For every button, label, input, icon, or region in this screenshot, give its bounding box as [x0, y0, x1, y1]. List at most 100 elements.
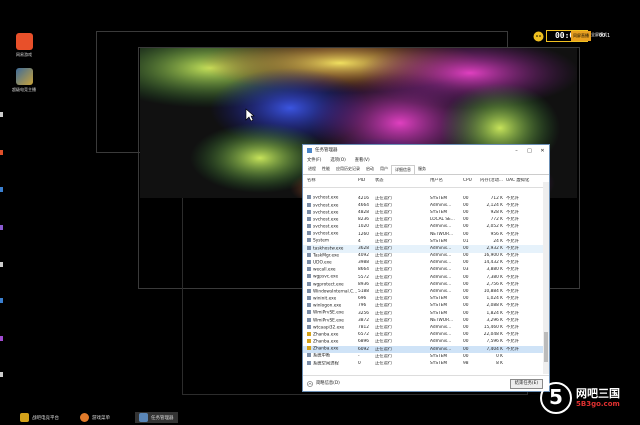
process-name: WmiPrvSE.exe [313, 310, 344, 316]
column-header-pid[interactable]: PID [357, 178, 374, 184]
process-icon [307, 231, 311, 236]
cell-status: 正在运行 [375, 245, 393, 251]
desktop-icon-esports-streamer[interactable]: 超级电竞主播 [6, 68, 42, 92]
table-row[interactable]: svchost.exe 4664 正在运行 Adminis... 00 2,124 K 不允… [303, 202, 543, 209]
tab-app-history[interactable]: 应用历史记录 [333, 165, 363, 174]
tab-performance[interactable]: 性能 [319, 165, 333, 174]
table-row[interactable]: WmiPrvSE.exe 3872 正在运行 NETWOR... 00 3,296 K 不允… [303, 317, 543, 324]
desktop-icon-netease-games[interactable]: 网易游戏 [6, 33, 42, 57]
tab-processes[interactable]: 进程 [305, 165, 319, 174]
task-manager-window[interactable]: 任务管理器 – □ ✕ 文件(F) 选项(O) 查看(V) 进程 性能 应用历史… [303, 145, 549, 391]
cell-status: 正在运行 [375, 217, 393, 223]
cell-status: 正在运行 [375, 310, 393, 316]
column-header-user[interactable]: 用户名 [429, 178, 462, 184]
cell-memory: 956 K [490, 231, 503, 237]
tab-startup[interactable]: 启动 [363, 165, 377, 174]
process-list: svchost.exe 4216 正在运行 SYSTEM 00 712 K 不允许 svcho… [303, 195, 543, 368]
process-icon [307, 346, 311, 351]
vertical-scrollbar[interactable] [543, 182, 549, 374]
taskbar-item-game-menu[interactable]: 游戏菜单 [80, 413, 110, 422]
column-header-memory[interactable]: 内存(活动... [472, 178, 505, 184]
watermark-brand: 网吧三国 [576, 387, 620, 400]
table-row[interactable]: Zhanba.exe 6092 正在运行 Adminis... 00 7,404 K 不允许 [303, 345, 543, 354]
title-bar[interactable]: 任务管理器 – □ ✕ [303, 145, 549, 156]
close-icon[interactable]: ✕ [536, 148, 549, 154]
process-icon [307, 274, 311, 279]
table-row[interactable]: TaskMgr.exe 4092 正在运行 Adminis... 00 16,900 K不… [303, 252, 543, 260]
cell-cpu: 00 [463, 317, 469, 323]
table-header: 名称 PID 状态 用户名 CPU 内存(活动... UAC 虚拟化 [303, 175, 549, 188]
cell-cpu: 00 [463, 274, 469, 280]
process-name: svchost.exe [313, 195, 339, 201]
table-row[interactable]: UDO.exe 3988 正在运行 Adminis... 00 14,432 K 不允许 [303, 260, 543, 267]
table-row[interactable]: wtcaapi32.exe 7812 正在运行 Adminis... 00 15,460 … [303, 324, 543, 331]
taskbar-item-zhanba[interactable]: 战吧电竞平台 [20, 413, 59, 422]
cell-status: 正在运行 [375, 324, 393, 330]
cell-user: Adminis... [430, 289, 452, 295]
cell-cpu: 00 [463, 353, 469, 359]
process-name: UDO.exe [313, 260, 332, 266]
edge-marker [0, 187, 3, 192]
cell-memory: 16,900 K [483, 253, 503, 259]
table-row[interactable]: winlogon.exe 796 正在运行 SYSTEM 00 2,088 K 不允许 [303, 303, 543, 310]
table-row[interactable]: svchost.exe 8236 正在运行 LOCAL SE... 00 772 K 不允许 [303, 216, 543, 224]
column-header-uac[interactable]: UAC 虚拟化 [505, 178, 537, 184]
end-task-button[interactable]: 结束任务(E) [509, 378, 543, 389]
table-row[interactable]: svchost.exe 1260 正在运行 NETWOR... 00 956 K 不允许 [303, 231, 543, 238]
cell-name: svchost.exe [303, 224, 357, 231]
process-icon [307, 295, 311, 300]
game-menu-icon [80, 413, 89, 422]
table-row[interactable]: System 4 正在运行 SYSTEM 01 24 K 不允许 [303, 238, 543, 245]
taskbar-item-task-manager[interactable]: 任务管理器 [135, 412, 178, 423]
cell-user: Adminis... [430, 332, 452, 338]
menu-file[interactable]: 文件(F) [307, 158, 321, 164]
column-header-status[interactable]: 状态 [374, 178, 429, 184]
minimize-icon[interactable]: – [510, 148, 523, 154]
cell-user: SYSTEM [430, 353, 448, 359]
cell-memory: 14,432 K [483, 260, 503, 266]
cell-name: WmiPrvSE.exe [303, 317, 357, 325]
process-name: Zhanba.exe [313, 332, 339, 338]
scrollbar-thumb[interactable] [544, 332, 548, 362]
cell-uac: 不允许 [506, 324, 519, 330]
tab-details[interactable]: 详细信息 [391, 165, 415, 174]
cell-cpu: 00 [463, 231, 469, 237]
watermark-logo: 5 [540, 382, 572, 414]
tab-users[interactable]: 用户 [377, 165, 391, 174]
cell-uac: 不允许 [506, 281, 519, 287]
column-header-cpu[interactable]: CPU [462, 178, 472, 184]
table-row[interactable]: wecall.exe 8664 正在运行 Adminis... 03 3,880 K 不允许 [303, 267, 543, 274]
table-row[interactable]: wgpsvc.exe 5572 正在运行 Adminis... 00 7,380 K 不允许 [303, 274, 543, 281]
cell-cpu: 00 [463, 296, 469, 302]
cell-name: Zhanba.exe [303, 339, 357, 346]
table-row[interactable]: svchost.exe 1020 正在运行 Adminis... 00 2,052 K 不允… [303, 224, 543, 231]
cell-memory: 2,052 K [486, 224, 504, 230]
fewer-details-button[interactable]: 简略信息(D) [307, 381, 340, 387]
tab-services[interactable]: 服务 [415, 165, 429, 174]
process-icon [307, 324, 311, 329]
column-header-name[interactable]: 名称 [303, 178, 357, 184]
cell-uac: 不允许 [506, 346, 519, 352]
cell-status: 正在运行 [375, 209, 393, 215]
table-row[interactable]: 系统空闲进程 0 正在运行 SYSTEM 98 8 K [303, 360, 543, 367]
table-row[interactable]: Zhanba.exe 6572 正在运行 Adminis... 00 22,048 K 不允… [303, 331, 543, 339]
menu-view[interactable]: 查看(V) [355, 158, 370, 164]
process-name: svchost.exe [313, 203, 339, 209]
cell-uac: 不允许 [506, 202, 519, 208]
process-name: WmiPrvSE.exe [313, 318, 344, 324]
table-row[interactable]: taskhostw.exe 3628 正在运行 Adminis... 00 2,932 K… [303, 245, 543, 253]
table-row[interactable]: svchost.exe 4828 正在运行 SYSTEM 00 928 K 不允许 [303, 209, 543, 216]
table-row[interactable]: Zhanba.exe 6896 正在运行 Adminis... 00 7,596 K 不允许 [303, 339, 543, 346]
table-row[interactable]: wininit.exe 696 正在运行 SYSTEM 00 1,024 K 不允许 [303, 295, 543, 303]
cell-pid: 796 [358, 303, 367, 309]
table-row[interactable]: WindowsInternal.C... 5188 正在运行 Adminis... 00… [303, 288, 543, 295]
table-row[interactable]: WmiPrvSE.exe 3256 正在运行 SYSTEM 00 1,824 K 不允许 [303, 310, 543, 317]
table-row[interactable]: wgprotect.exe 8936 正在运行 Adminis... 00 2,756 K… [303, 281, 543, 288]
table-row[interactable]: 系统中断 - 正在运行 SYSTEM 00 0 K [303, 353, 543, 360]
menu-options[interactable]: 选项(O) [330, 158, 345, 164]
live-button[interactable]: 同屏直播 [571, 31, 591, 41]
cell-cpu: 00 [463, 281, 469, 287]
table-row[interactable]: svchost.exe 4216 正在运行 SYSTEM 00 712 K 不允许 [303, 195, 543, 202]
maximize-icon[interactable]: □ [523, 148, 536, 154]
process-icon [307, 288, 311, 293]
